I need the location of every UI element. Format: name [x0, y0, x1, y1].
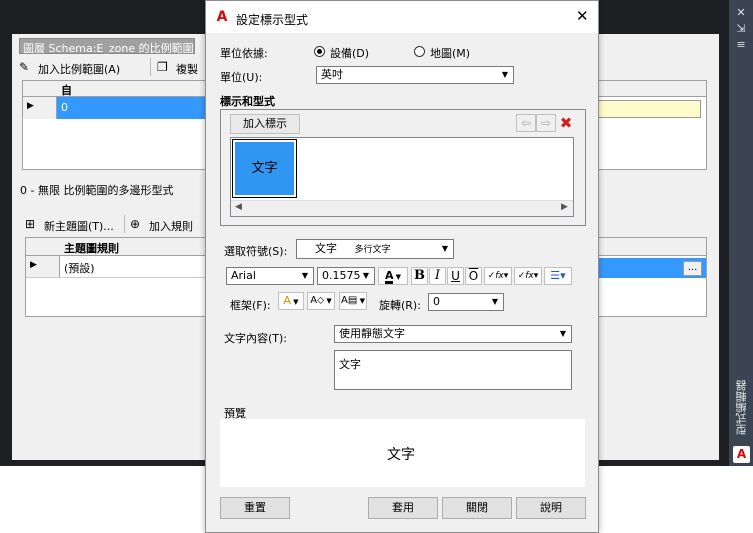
underline-button[interactable]: U — [447, 267, 464, 285]
map-radio-label[interactable]: 地圖(M) — [430, 45, 470, 61]
new-theme-icon: ⊞ — [25, 217, 36, 231]
size-dropdown[interactable]: 0.1575 ▼ — [317, 267, 375, 285]
device-radio[interactable] — [314, 46, 325, 57]
layer-title: 圖層 Schema:E_zone 的比例範圍 — [23, 42, 194, 55]
reset-button[interactable]: 重置 — [220, 497, 290, 519]
properties-icon[interactable]: ≡ — [729, 38, 753, 52]
map-radio[interactable] — [414, 46, 425, 57]
unit-value: 英吋 — [321, 68, 343, 81]
close-palette-icon[interactable]: ✕ — [729, 6, 753, 20]
expression-icon[interactable]: ✓fx▾ — [484, 267, 512, 285]
rotation-label: 旋轉(R): — [379, 299, 421, 312]
new-theme-button[interactable]: 新主題圖(T)... — [44, 218, 114, 234]
rotation-dropdown[interactable]: 0 ▼ — [428, 293, 504, 311]
close-button[interactable]: 關閉 — [442, 497, 512, 519]
font-value: Arial — [231, 269, 256, 282]
range-caption: 0 - 無限 比例範圍的多邊形型式 — [20, 184, 174, 197]
frame-line-icon[interactable]: A▤ ▼ — [339, 292, 367, 310]
row-selector[interactable]: ▶ — [23, 97, 57, 119]
symbol-dropdown[interactable]: 文字 多行文字 ▼ — [296, 239, 454, 259]
label-style-dialog: A 設定標示型式 ✕ 單位依據: 設備(D) 地圖(M) 單位(U): 英吋 ▼… — [205, 0, 599, 533]
scale-range-grid-header: 自 — [23, 81, 206, 97]
toolbar-divider-2 — [124, 215, 125, 233]
add-scale-range-button[interactable]: 加入比例範圍(A) — [38, 61, 120, 77]
preview-area: 文字 — [220, 419, 585, 487]
toolbar-divider — [150, 58, 151, 76]
help-button[interactable]: 說明 — [516, 497, 586, 519]
dialog-title-bar: A 設定標示型式 ✕ — [206, 1, 598, 33]
text-content-mode-dropdown[interactable]: 使用靜態文字 ▼ — [334, 325, 572, 343]
table-row[interactable]: 0 — [57, 97, 206, 119]
overline-button[interactable]: O — [465, 267, 482, 285]
theme-rule-header: 主題圖規則 — [64, 242, 119, 255]
close-icon[interactable]: ✕ — [576, 7, 589, 25]
table-row-2[interactable]: (預設) — [60, 256, 206, 278]
chevron-down-icon: ▼ — [441, 244, 449, 253]
layer-title-bar: 圖層 Schema:E_zone 的比例範圍 — [19, 38, 195, 55]
text-content-label: 文字內容(T): — [224, 332, 288, 345]
chevron-down-icon: ▼ — [301, 271, 309, 280]
autohide-icon[interactable]: ⇲ — [729, 22, 753, 36]
bold-button[interactable]: B — [411, 267, 428, 285]
unit-dropdown[interactable]: 英吋 ▼ — [316, 66, 514, 84]
rotation-value: 0 — [433, 295, 440, 308]
style-preview-cell[interactable] — [598, 100, 701, 118]
add-rule-icon: ⊕ — [130, 217, 141, 231]
theme-rule-grid-header: 主題圖規則 — [26, 238, 206, 256]
label-tile-frame[interactable]: 文字 — [232, 139, 297, 198]
copy-button[interactable]: 複製 — [176, 61, 198, 77]
text-content-value: 文字 — [339, 358, 361, 371]
text-content-mode: 使用靜態文字 — [339, 327, 405, 340]
add-label-button[interactable]: 加入標示 — [230, 114, 300, 134]
select-symbol-label: 選取符號(S): — [224, 245, 288, 258]
expression-2-icon[interactable]: ✓fx▾ — [514, 267, 542, 285]
italic-button[interactable]: I — [429, 267, 446, 285]
autocad-logo-icon: A — [733, 446, 750, 463]
size-value: 0.1575 — [322, 269, 361, 282]
frame-label: 框架(F): — [230, 299, 271, 312]
unit-label: 單位(U): — [220, 71, 263, 84]
text-content-input[interactable]: 文字 — [334, 350, 572, 390]
from-column-header: 自 — [61, 84, 72, 97]
add-scale-range-icon: ✎ — [19, 60, 30, 74]
apply-button[interactable]: 套用 — [368, 497, 438, 519]
unit-basis-label: 單位依據: — [220, 47, 268, 60]
move-left-icon[interactable]: ⇦ — [516, 114, 536, 132]
dialog-title: 設定標示型式 — [236, 13, 309, 27]
chevron-down-icon: ▼ — [501, 70, 509, 79]
device-radio-label[interactable]: 設備(D) — [330, 45, 369, 61]
font-dropdown[interactable]: Arial ▼ — [226, 267, 314, 285]
chevron-down-icon: ▼ — [491, 297, 499, 306]
scroll-right-icon[interactable]: ▶ — [561, 202, 568, 212]
text-color-button[interactable]: A ▼ — [378, 267, 408, 285]
scroll-left-icon[interactable]: ◀ — [235, 202, 242, 212]
label-list-scrollbar[interactable]: ◀ ▶ — [231, 200, 573, 216]
autocad-logo-icon: A — [216, 9, 228, 25]
chevron-down-icon: ▼ — [362, 271, 370, 280]
row-selector-2[interactable]: ▶ — [26, 256, 60, 278]
chevron-down-icon: ▼ — [559, 329, 567, 338]
frame-color-icon[interactable]: A ▼ — [278, 292, 304, 310]
palette-title: 型式編輯器 — [735, 380, 748, 435]
move-right-icon[interactable]: ⇨ — [536, 114, 556, 132]
row-pointer-icon: ▶ — [27, 101, 34, 111]
default-rule: (預設) — [64, 262, 95, 275]
symbol-value: 文字 — [315, 242, 337, 255]
delete-label-icon[interactable]: ✖ — [557, 114, 575, 132]
preview-text: 文字 — [387, 447, 415, 463]
labels-styles-header: 標示和型式 — [220, 95, 275, 108]
add-rule-button[interactable]: 加入規則 — [149, 218, 193, 234]
label-tile[interactable]: 文字 — [235, 142, 294, 195]
symbol-value-sub: 多行文字 — [354, 245, 391, 255]
frame-fill-icon[interactable]: A⬦ ▼ — [307, 292, 335, 310]
copy-icon: ❐ — [157, 60, 168, 74]
ellipsis-button[interactable]: ... — [683, 261, 702, 276]
line-spacing-icon[interactable]: ☰▾ — [544, 267, 572, 285]
grid-header-right — [598, 81, 706, 97]
from-value: 0 — [61, 101, 68, 114]
row-pointer-icon-2: ▶ — [30, 260, 37, 270]
grid2-header-right — [598, 238, 706, 256]
